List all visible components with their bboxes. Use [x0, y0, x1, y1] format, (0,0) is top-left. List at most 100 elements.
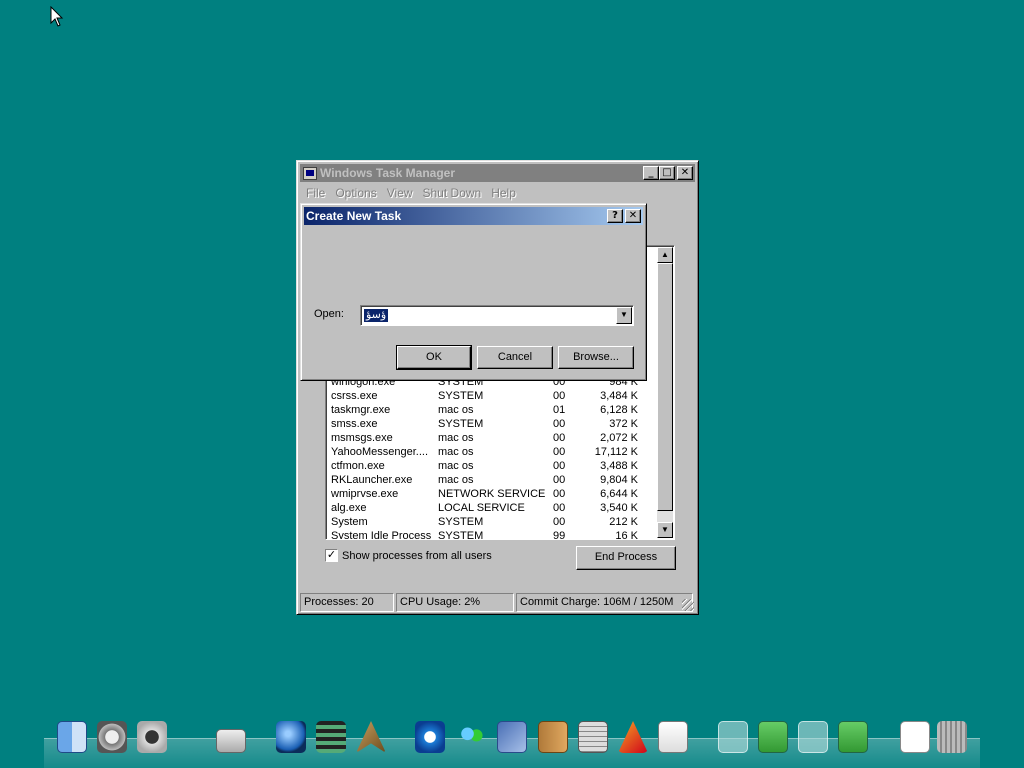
show-all-processes[interactable]: ✓ Show processes from all users [325, 549, 492, 562]
scroll-up-button[interactable]: ▲ [657, 247, 673, 263]
close-button[interactable]: ✕ [677, 166, 693, 180]
stack-icon[interactable] [796, 719, 830, 755]
process-cpu: 00 [553, 390, 566, 402]
process-list-scrollbar[interactable]: ▲ ▼ [657, 247, 673, 538]
finder-icon[interactable] [55, 719, 89, 755]
create-new-task-dialog: Create New Task ? ✕ Open: ؤسؤ ▼ OK Cance… [300, 203, 647, 381]
status-commit: Commit Charge: 106M / 1250M [516, 593, 693, 612]
hard-drive-icon[interactable] [214, 719, 248, 755]
process-cpu: 00 [553, 432, 566, 444]
process-memory: 2,072 K [600, 432, 638, 444]
quicktime-icon[interactable] [274, 719, 308, 755]
process-user: SYSTEM [438, 390, 484, 402]
process-cpu: 00 [553, 474, 566, 486]
system-preferences-icon[interactable] [95, 719, 129, 755]
process-cpu: 00 [553, 460, 566, 472]
process-cpu: 99 [553, 530, 566, 540]
process-name: System [331, 516, 368, 528]
process-memory: 3,488 K [600, 460, 638, 472]
process-cpu: 00 [553, 446, 566, 458]
film-strip-icon[interactable] [314, 719, 348, 755]
mail-icon[interactable] [495, 719, 529, 755]
open-input-value[interactable]: ؤسؤ [364, 309, 389, 322]
power-icon-glyph [137, 721, 167, 753]
process-cpu: 00 [553, 516, 566, 528]
messenger-icon[interactable] [455, 719, 489, 755]
process-cpu: 00 [553, 502, 566, 514]
finder-icon-glyph [57, 721, 87, 753]
scroll-thumb[interactable] [657, 263, 673, 511]
resize-grip[interactable] [682, 599, 694, 611]
trash-icon-glyph [937, 721, 967, 753]
applications-icon-glyph [618, 721, 648, 753]
open-combobox[interactable]: ؤسؤ ▼ [360, 305, 634, 326]
task-manager-app-icon [303, 166, 317, 180]
task-manager-titlebar[interactable]: Windows Task Manager _ □ ✕ [300, 164, 695, 182]
process-memory: 3,484 K [600, 390, 638, 402]
menu-options[interactable]: Options [330, 186, 381, 200]
downloads-icon-glyph [838, 721, 868, 753]
cancel-button[interactable]: Cancel [477, 346, 553, 369]
text-editor-icon-glyph [658, 721, 688, 753]
process-name: alg.exe [331, 502, 367, 514]
downloads-icon[interactable] [836, 719, 870, 755]
open-label: Open: [314, 308, 344, 320]
cursor-tool-icon-glyph [356, 721, 386, 753]
process-user: LOCAL SERVICE [438, 502, 525, 514]
minimize-button[interactable]: _ [643, 166, 659, 180]
power-icon[interactable] [135, 719, 169, 755]
menu-file[interactable]: File [301, 186, 330, 200]
process-memory: 6,644 K [600, 488, 638, 500]
document-icon[interactable] [898, 719, 932, 755]
process-name: taskmgr.exe [331, 404, 391, 416]
maximize-button[interactable]: □ [659, 166, 675, 180]
calculator-icon-glyph [578, 721, 608, 753]
process-cpu: 01 [553, 404, 566, 416]
trash-icon[interactable] [935, 719, 969, 755]
stack-icon[interactable] [716, 719, 750, 755]
ok-button[interactable]: OK [396, 345, 472, 370]
process-name: System Idle Process [331, 530, 432, 540]
process-memory: 3,540 K [600, 502, 638, 514]
task-manager-menubar: File Options View Shut Down Help [301, 184, 694, 202]
messenger-icon-glyph [457, 721, 487, 753]
process-user: SYSTEM [438, 530, 484, 540]
scroll-down-button[interactable]: ▼ [657, 522, 673, 538]
process-user: mac os [438, 432, 474, 444]
text-editor-icon[interactable] [656, 719, 690, 755]
dialog-titlebar[interactable]: Create New Task ? ✕ [304, 207, 643, 225]
process-cpu: 00 [553, 488, 566, 500]
quicktime-icon-glyph [276, 721, 306, 753]
help-button[interactable]: ? [607, 209, 623, 223]
cursor-tool-icon[interactable] [354, 719, 388, 755]
address-book-icon[interactable] [536, 719, 570, 755]
dropdown-arrow-icon[interactable]: ▼ [616, 307, 632, 324]
process-user: NETWORK SERVICE [438, 488, 546, 500]
dialog-close-button[interactable]: ✕ [625, 209, 641, 223]
process-memory: 6,128 K [600, 404, 638, 416]
process-name: csrss.exe [331, 390, 378, 402]
process-memory: 372 K [609, 418, 638, 430]
status-bar: Processes: 20 CPU Usage: 2% Commit Charg… [300, 593, 695, 612]
end-process-button[interactable]: End Process [576, 546, 676, 570]
menu-view[interactable]: View [382, 186, 418, 200]
dialog-title: Create New Task [306, 209, 402, 223]
system-preferences-icon-glyph [97, 721, 127, 753]
menu-help[interactable]: Help [486, 186, 521, 200]
status-processes: Processes: 20 [300, 593, 394, 612]
stack-icon-glyph [798, 721, 828, 753]
internet-explorer-icon[interactable] [413, 719, 447, 755]
browse-button[interactable]: Browse... [558, 346, 634, 369]
menu-shut-down[interactable]: Shut Down [418, 186, 487, 200]
calculator-icon[interactable] [576, 719, 610, 755]
address-book-icon-glyph [538, 721, 568, 753]
mail-icon-glyph [497, 721, 527, 753]
process-cpu: 00 [553, 418, 566, 430]
show-all-checkbox[interactable]: ✓ [325, 549, 338, 562]
applications-icon[interactable] [616, 719, 650, 755]
process-name: smss.exe [331, 418, 378, 430]
process-user: mac os [438, 404, 474, 416]
stack-icon-glyph [718, 721, 748, 753]
process-name: msmsgs.exe [331, 432, 393, 444]
windows-box-icon[interactable] [756, 719, 790, 755]
